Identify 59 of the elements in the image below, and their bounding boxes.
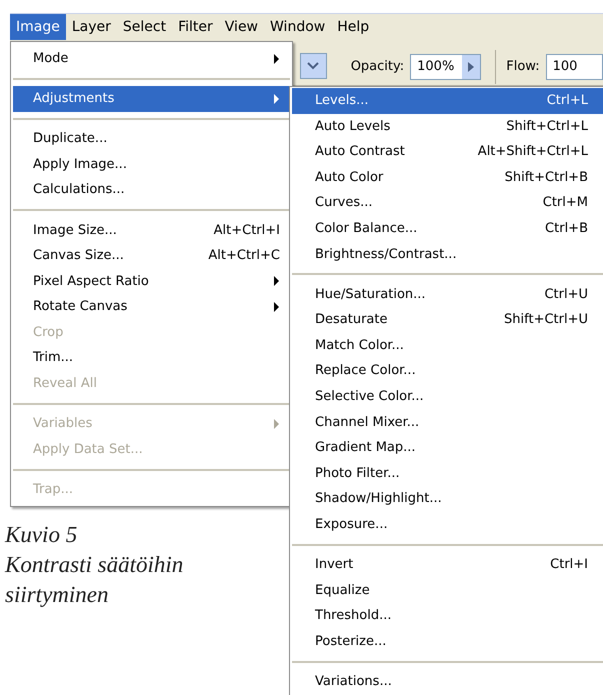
chevron-down-icon xyxy=(307,62,320,70)
shortcut-label: Shift+Ctrl+L xyxy=(506,118,588,136)
menu-item[interactable]: Adjustments xyxy=(13,86,290,112)
menu-item[interactable]: Photo Filter... xyxy=(292,460,603,486)
menu-item[interactable]: Trim... xyxy=(13,345,290,372)
menu-title[interactable]: View xyxy=(218,14,264,40)
menu-item[interactable]: Brightness/Contrast... xyxy=(292,242,603,268)
menu-item[interactable]: Image Size... Alt+Ctrl+I xyxy=(13,217,290,244)
shortcut-label: Ctrl+M xyxy=(542,194,588,212)
menu-item[interactable]: Rotate Canvas xyxy=(13,294,290,320)
menu-item[interactable]: Threshold... xyxy=(292,603,603,629)
shortcut-label: Ctrl+L xyxy=(546,92,588,110)
menu-item[interactable]: Posterize... xyxy=(292,628,603,654)
menu-item[interactable]: Curves... Ctrl+M xyxy=(292,190,603,216)
shortcut-label: Ctrl+I xyxy=(550,556,588,574)
menu-item[interactable]: Calculations... xyxy=(13,177,290,203)
menu-item[interactable]: Color Balance... Ctrl+B xyxy=(292,216,603,242)
slider-arrow-icon xyxy=(468,62,474,72)
menu-title[interactable]: Help xyxy=(331,14,376,40)
menu-item[interactable]: Variations... xyxy=(292,668,603,695)
menu-item[interactable]: Pixel Aspect Ratio xyxy=(13,268,290,294)
shortcut-label: Alt+Ctrl+C xyxy=(208,247,280,266)
opacity-label: Opacity: xyxy=(350,58,404,76)
caption-text: Kontrasti säätöihin siirtyminen xyxy=(5,551,184,609)
menu-item[interactable]: Apply Image... xyxy=(13,152,290,178)
opacity-field[interactable]: 100% xyxy=(410,54,482,80)
shortcut-label: Alt+Ctrl+I xyxy=(214,222,280,240)
flow-field[interactable]: 100 xyxy=(546,54,603,80)
menu-item[interactable]: Auto Color Shift+Ctrl+B xyxy=(292,164,603,190)
menu-item[interactable]: Auto Contrast Alt+Shift+Ctrl+L xyxy=(292,139,603,165)
menu-title[interactable]: Layer xyxy=(66,14,117,40)
menu-item[interactable]: Mode xyxy=(13,46,290,72)
menu-item[interactable]: Equalize xyxy=(292,578,603,604)
menu-item[interactable]: Exposure... xyxy=(292,512,603,538)
menu-item[interactable]: Shadow/Highlight... xyxy=(292,486,603,512)
dropdown-button[interactable] xyxy=(300,52,327,78)
menu-item[interactable]: Selective Color... xyxy=(292,384,603,410)
menu-item[interactable]: Match Color... xyxy=(292,332,603,358)
shortcut-label: Shift+Ctrl+B xyxy=(504,168,588,187)
menu-item[interactable]: Gradient Map... xyxy=(292,435,603,461)
menu-item[interactable]: Canvas Size... Alt+Ctrl+C xyxy=(13,243,290,269)
menu-item[interactable]: Replace Color... xyxy=(292,358,603,384)
menu-title[interactable]: Select xyxy=(116,14,172,40)
menu-item[interactable]: Hue/Saturation... Ctrl+U xyxy=(292,282,603,308)
caption-title: Kuvio 5 xyxy=(5,521,78,549)
menu-item[interactable]: Channel Mixer... xyxy=(292,410,603,436)
shortcut-label: Alt+Shift+Ctrl+L xyxy=(478,143,588,162)
menu-title[interactable]: Image xyxy=(10,14,66,40)
menu-item[interactable]: Invert Ctrl+I xyxy=(292,552,603,578)
menu-item[interactable]: Auto Levels Shift+Ctrl+L xyxy=(292,114,603,140)
flow-label: Flow: xyxy=(506,58,540,76)
menu-item[interactable]: Duplicate... xyxy=(13,126,290,152)
menu-title[interactable]: Filter xyxy=(172,14,219,40)
shortcut-label: Ctrl+B xyxy=(545,220,588,238)
shortcut-label: Ctrl+U xyxy=(544,286,588,304)
shortcut-label: Shift+Ctrl+U xyxy=(504,311,588,330)
menu-item[interactable]: Levels... Ctrl+L xyxy=(292,88,603,114)
menu-item[interactable]: Desaturate Shift+Ctrl+U xyxy=(292,307,603,333)
menu-title[interactable]: Window xyxy=(264,14,332,40)
